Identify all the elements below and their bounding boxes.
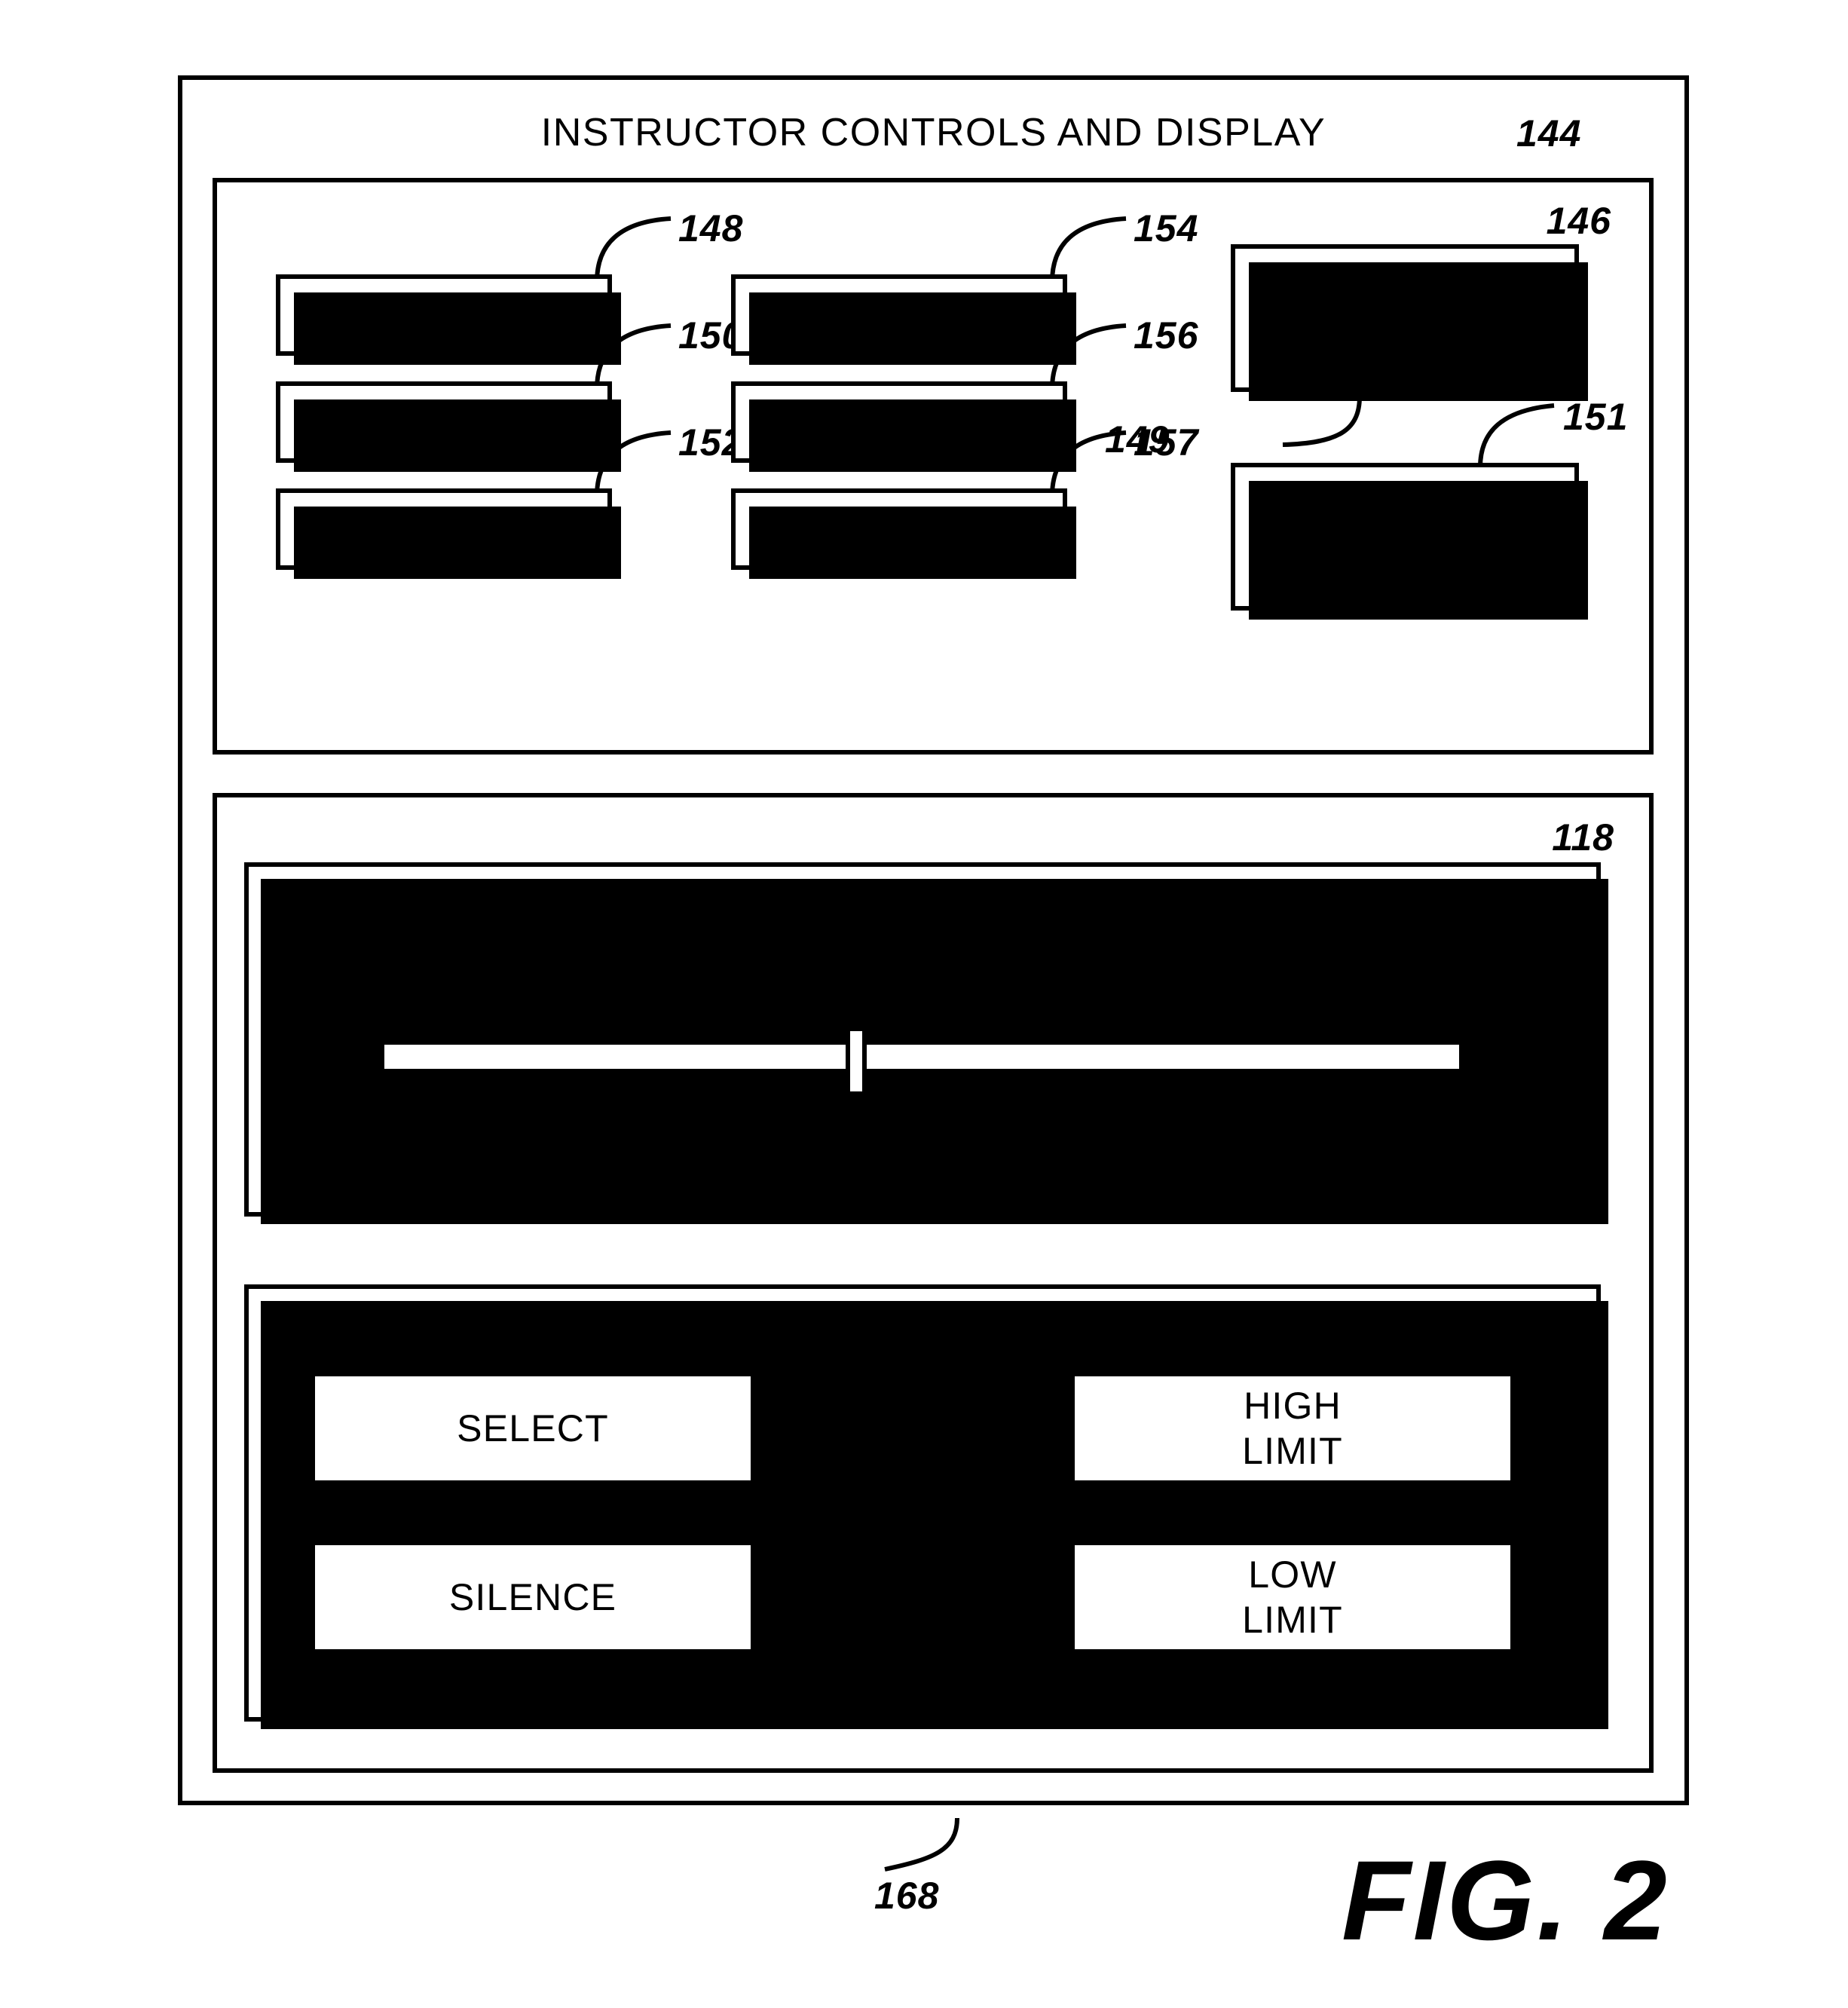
pause-button[interactable]: PAUSE <box>731 381 1076 472</box>
reference-numeral-176: 176 <box>270 1318 335 1361</box>
chevron-up-icon: ^ <box>1397 280 1413 316</box>
leader-line-178 <box>334 1496 403 1543</box>
alarms-title: ALARMS <box>841 1320 1003 1362</box>
leader-line-154 <box>1050 216 1127 283</box>
alarm-low-limit-label-line1: LOW <box>1248 1553 1337 1596</box>
stop-button[interactable]: STOP <box>731 488 1076 579</box>
glucose-levels-box: 166 GLUCOSE LEVELS LOW HIGH <box>244 862 1608 1224</box>
instructor-controls-panel: 146 POWER 148 MODE SELECT 150 DISPLAY 15… <box>213 178 1654 755</box>
leader-line-182 <box>1424 1493 1501 1546</box>
reference-numeral-144: 144 <box>1516 112 1582 155</box>
power-button-label: POWER <box>370 294 518 336</box>
slider-high-label: HIGH <box>1472 1039 1569 1082</box>
start-button[interactable]: START <box>731 274 1076 365</box>
display-button-label: DISPLAY <box>363 508 525 550</box>
glucose-slider-row: LOW HIGH <box>249 1027 1596 1096</box>
display-panel: 118 166 GLUCOSE LEVELS LOW HIGH 168 174 … <box>213 793 1654 1917</box>
page-title: INSTRUCTOR CONTROLS AND DISPLAY <box>540 111 1326 155</box>
alarm-high-limit-label-line1: HIGH <box>1244 1385 1342 1427</box>
figure-outer-frame: INSTRUCTOR CONTROLS AND DISPLAY 144 146 … <box>178 75 1689 1917</box>
start-button-label: START <box>837 294 962 336</box>
alarm-high-limit-label-line2: LIMIT <box>1242 1430 1343 1472</box>
reference-numeral-178: 178 <box>270 1487 335 1529</box>
reference-numeral-118: 118 <box>1552 816 1614 859</box>
scroll-up-button[interactable]: ^ SCROLL UP <box>1231 244 1588 401</box>
alarm-low-limit-button[interactable]: LOW LIMIT <box>1070 1541 1515 1654</box>
reference-numeral-182: 182 <box>1509 1484 1574 1526</box>
display-button[interactable]: DISPLAY <box>276 488 621 579</box>
stop-button-label: STOP <box>846 508 953 550</box>
leader-line-151 <box>1478 403 1555 468</box>
glucose-slider-thumb[interactable] <box>846 1027 867 1096</box>
reference-numeral-168: 168 <box>874 1875 940 1917</box>
reference-numeral-148: 148 <box>678 207 744 249</box>
alarm-high-limit-button[interactable]: HIGH LIMIT <box>1070 1372 1515 1485</box>
reference-numeral-156: 156 <box>1134 314 1199 357</box>
alarms-box: 174 ALARMS SELECT 176 SILENCE 178 HIGH L… <box>244 1284 1608 1729</box>
scroll-down-button[interactable]: SCROLL DOWN v <box>1231 463 1588 620</box>
alarm-silence-button-label: SILENCE <box>448 1576 617 1618</box>
slider-low-label: LOW <box>277 1039 366 1082</box>
reference-numeral-146: 146 <box>1546 200 1611 242</box>
reference-numeral-149: 149 <box>1105 418 1170 461</box>
mode-select-button[interactable]: MODE SELECT <box>276 381 621 472</box>
leader-line-149 <box>1282 396 1362 447</box>
reference-numeral-180: 180 <box>1509 1315 1574 1358</box>
leader-line-148 <box>595 216 672 283</box>
reference-numeral-151: 151 <box>1563 396 1629 438</box>
chevron-down-icon: v <box>1396 539 1414 575</box>
alarm-low-limit-label-line2: LIMIT <box>1242 1599 1343 1641</box>
glucose-slider-track[interactable] <box>380 1027 1464 1096</box>
figure-caption: FIG. 2 <box>1342 1837 1669 1964</box>
scroll-up-button-label: SCROLL UP <box>1294 311 1516 354</box>
scroll-down-button-label: SCROLL DOWN <box>1260 501 1550 544</box>
alarm-select-button[interactable]: SELECT <box>311 1372 755 1485</box>
alarm-select-button-label: SELECT <box>457 1407 609 1449</box>
pause-button-label: PAUSE <box>834 401 964 443</box>
glucose-levels-title: GLUCOSE LEVELS <box>746 911 1099 953</box>
mode-select-button-label: MODE SELECT <box>304 401 584 443</box>
leader-line-168 <box>884 1817 959 1872</box>
alarm-silence-button[interactable]: SILENCE <box>311 1541 755 1654</box>
reference-numeral-154: 154 <box>1134 207 1199 249</box>
power-button[interactable]: POWER <box>276 274 621 365</box>
